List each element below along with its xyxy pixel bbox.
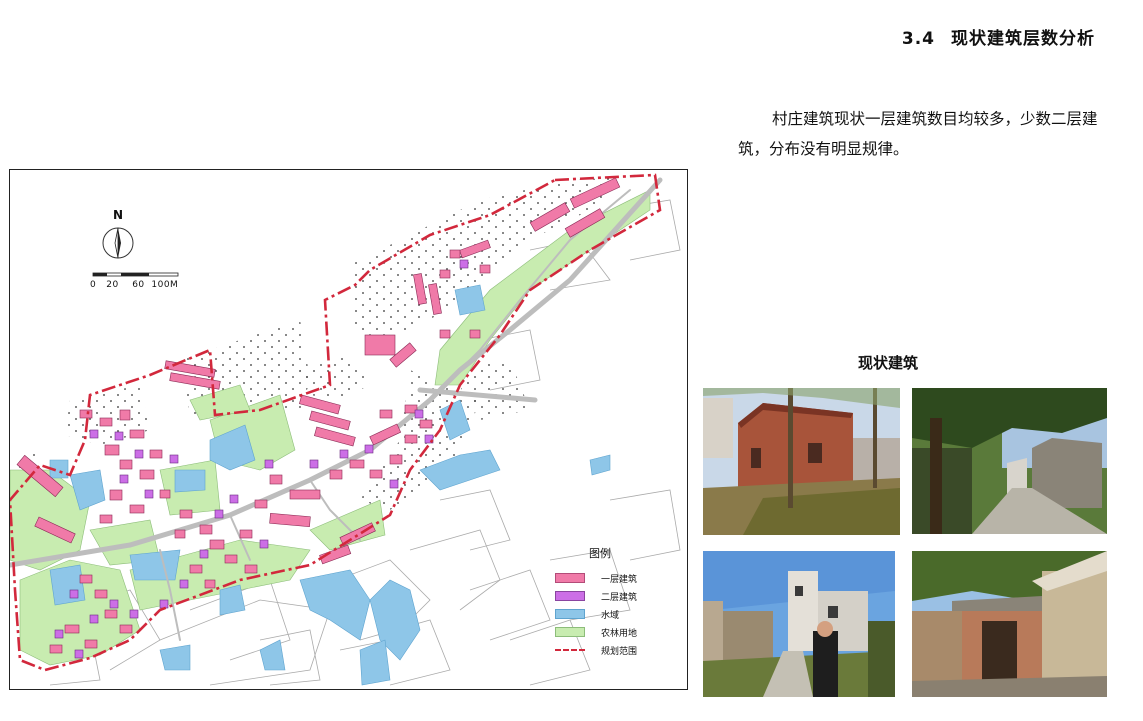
legend-swatch bbox=[555, 609, 585, 619]
photo-tower-house[interactable] bbox=[703, 551, 895, 697]
photo-village-lane[interactable] bbox=[912, 388, 1107, 534]
photos-title: 现状建筑 bbox=[858, 354, 919, 372]
legend-item-water: 水域 bbox=[555, 605, 675, 623]
section-title: 现状建筑层数分析 bbox=[951, 29, 1095, 49]
legend-label: 一层建筑 bbox=[601, 574, 638, 585]
legend-swatch bbox=[555, 627, 585, 637]
legend-label: 二层建筑 bbox=[601, 592, 638, 603]
scale-bar bbox=[92, 272, 179, 277]
north-label: N bbox=[113, 208, 124, 222]
legend-title: 图例 bbox=[589, 547, 611, 560]
north-arrow-icon bbox=[102, 227, 134, 259]
legend-label: 农林用地 bbox=[601, 628, 638, 639]
legend-label: 水域 bbox=[601, 610, 620, 621]
legend-swatch bbox=[555, 573, 585, 583]
legend-item-two-storey: 二层建筑 bbox=[555, 587, 675, 605]
section-number: 3.4 bbox=[901, 29, 935, 49]
legend-swatch bbox=[555, 591, 585, 601]
map-legend: 图例 一层建筑 二层建筑 水域 农林用地 规划范围 bbox=[555, 545, 675, 659]
photo-brick-house[interactable] bbox=[703, 388, 900, 535]
legend-label: 规划范围 bbox=[601, 646, 638, 657]
section-heading: 3.4 现状建筑层数分析 bbox=[902, 24, 1095, 49]
scale-labels: 0 20 60 100M bbox=[90, 280, 179, 290]
photo-gate-house[interactable] bbox=[912, 551, 1107, 697]
legend-item-single-storey: 一层建筑 bbox=[555, 569, 675, 587]
legend-item-farmland: 农林用地 bbox=[555, 623, 675, 641]
legend-swatch bbox=[555, 649, 585, 651]
legend-item-boundary: 规划范围 bbox=[555, 641, 675, 659]
building-floors-map[interactable]: N 0 20 60 100M 图例 一层建筑 二层建筑 水域 农林用地 规划范围 bbox=[9, 169, 688, 690]
description-text: 村庄建筑现状一层建筑数目均较多，少数二层建筑，分布没有明显规律。 bbox=[738, 110, 1098, 158]
